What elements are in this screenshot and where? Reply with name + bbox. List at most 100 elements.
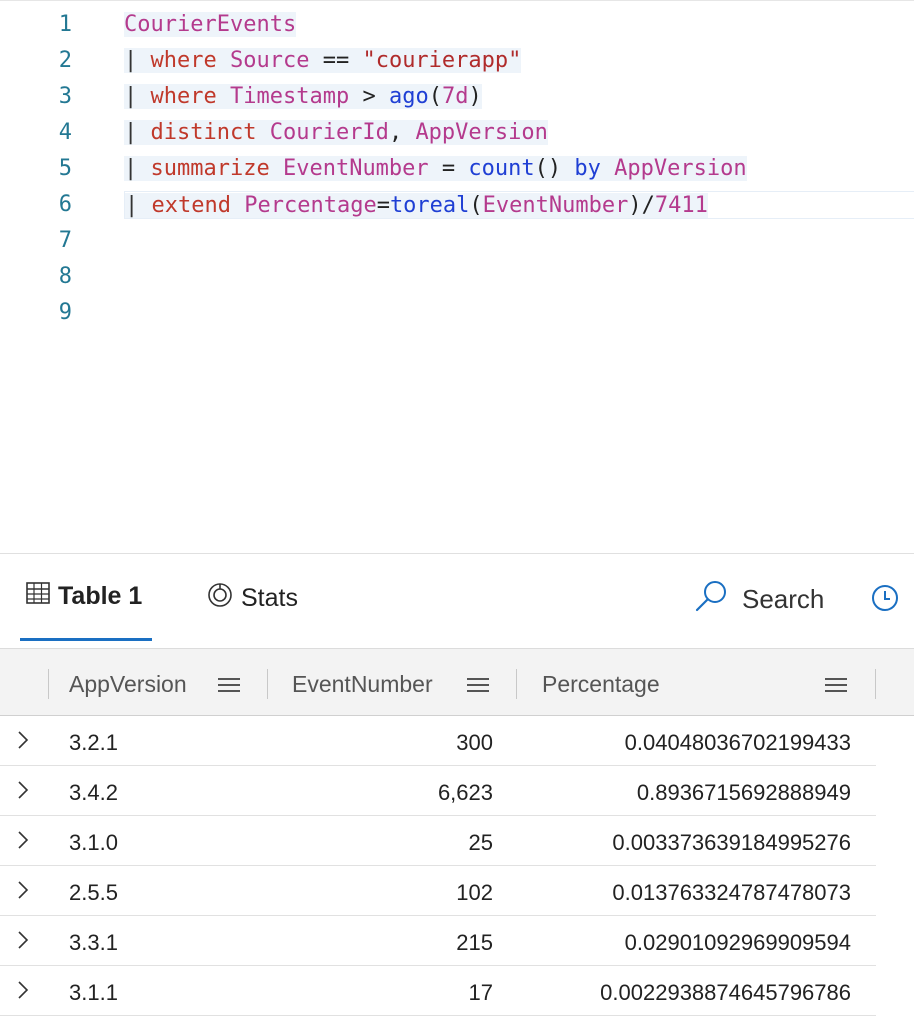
chevron-right-icon[interactable]: [16, 779, 30, 806]
cell-percentage: 0.8936715692888949: [636, 780, 851, 805]
tab-label: Stats: [241, 584, 298, 612]
cell-eventnumber: 6,623: [437, 780, 493, 805]
code-token: ==: [309, 48, 363, 73]
code-token: distinct: [150, 120, 257, 145]
code-token: Timestamp: [229, 84, 350, 109]
code-token: |: [125, 193, 152, 218]
code-line[interactable]: 8: [0, 259, 914, 295]
search-button[interactable]: Search: [694, 578, 824, 621]
cell-percentage: 0.01376332478747807​3: [612, 880, 851, 905]
column-separator[interactable]: [875, 669, 876, 699]
search-label: Search: [742, 584, 825, 614]
table-row[interactable]: 3.4.2 6,623 0.8936715692888949: [0, 766, 876, 816]
results-grid: AppVersion EventNumber Percentage 3.2.1 3…: [0, 648, 914, 1016]
line-number: 7: [58, 228, 72, 253]
cell-eventnumber: 215: [456, 930, 493, 955]
chevron-right-icon[interactable]: [16, 829, 30, 856]
cell-eventnumber: 300: [456, 730, 493, 755]
column-separator[interactable]: [267, 669, 268, 699]
column-menu-icon[interactable]: [467, 677, 489, 698]
code-text: | extend Percentage=toreal(EventNumber)/…: [124, 191, 914, 219]
code-text: | distinct CourierId, AppVersion: [124, 119, 548, 147]
code-token: (: [469, 193, 483, 218]
column-header-label: Percentage: [542, 671, 660, 697]
column-header-label: AppVersion: [69, 671, 187, 697]
code-token: where: [150, 84, 217, 109]
cell-appversion: 3.4.2: [69, 780, 118, 805]
code-token: =: [376, 193, 390, 218]
query-editor[interactable]: 1 CourierEvents 2 | where Source == "courie…: [0, 0, 914, 554]
code-highlight: | extend Percentage=toreal(EventNumber)/…: [125, 193, 708, 218]
table-row[interactable]: 2.5.5 102 0.01376332478747807​3: [0, 866, 876, 916]
cell-appversion: 2.5.5: [69, 880, 118, 905]
line-number: 4: [58, 120, 72, 145]
active-tab-indicator: [20, 638, 152, 641]
column-header-percentage[interactable]: Percentage: [542, 671, 660, 698]
chevron-right-icon[interactable]: [16, 929, 30, 956]
code-text: | where Source == "courierapp": [124, 47, 522, 75]
code-token: )/: [628, 193, 655, 218]
code-token: summarize: [150, 156, 270, 181]
cell-appversion: 3.1.1: [69, 980, 118, 1005]
code-token: extend: [151, 193, 231, 218]
table-row[interactable]: 3.2.1 300 0.04048036702199433: [0, 716, 876, 766]
code-token: |: [124, 156, 151, 181]
cell-percentage: 0.003373639184995276: [612, 830, 851, 855]
tab-table-1[interactable]: Table 1: [26, 582, 142, 611]
table-row[interactable]: 3.1.1 17 0.002293887464579678​6: [0, 966, 876, 1016]
code-line[interactable]: 3 | where Timestamp > ago(7d): [0, 79, 914, 115]
code-token: |: [124, 48, 151, 73]
column-menu-icon[interactable]: [218, 677, 240, 698]
code-line[interactable]: 6 | extend Percentage=toreal(EventNumber)…: [0, 187, 914, 223]
table-row[interactable]: 3.3.1 215 0.02901092969909594: [0, 916, 876, 966]
code-token: toreal: [389, 193, 470, 218]
line-number: 3: [58, 84, 72, 109]
code-line[interactable]: 4 | distinct CourierId, AppVersion: [0, 115, 914, 151]
column-separator[interactable]: [48, 669, 49, 699]
code-token: count: [468, 156, 535, 181]
code-text: | summarize EventNumber = count() by App…: [124, 155, 747, 183]
column-separator[interactable]: [516, 669, 517, 699]
cell-appversion: 3.1.0: [69, 830, 118, 855]
column-header-appversion[interactable]: AppVersion: [69, 671, 187, 698]
cell-eventnumber: 102: [456, 880, 493, 905]
chevron-right-icon[interactable]: [16, 979, 30, 1006]
code-token: AppVersion: [415, 120, 548, 145]
tab-stats[interactable]: Stats: [207, 582, 298, 615]
code-highlight: CourierEvents: [124, 12, 297, 37]
stats-icon: [207, 582, 233, 615]
cell-percentage: 0.002293887464579678​6: [600, 980, 851, 1005]
code-token: CourierEvents: [124, 12, 297, 37]
clock-icon[interactable]: [871, 584, 899, 617]
code-token: 7d: [441, 84, 469, 109]
code-line[interactable]: 5 | summarize EventNumber = count() by Ap…: [0, 151, 914, 187]
code-line[interactable]: 1 CourierEvents: [0, 7, 914, 43]
code-token: AppVersion: [614, 156, 747, 181]
code-token: EventNumber: [282, 156, 429, 181]
line-number: 6: [58, 192, 72, 217]
cell-eventnumber: 25: [468, 830, 493, 855]
code-token: (: [428, 84, 442, 109]
code-line[interactable]: 9: [0, 295, 914, 331]
chevron-right-icon[interactable]: [16, 729, 30, 756]
code-line[interactable]: 7: [0, 223, 914, 259]
cell-appversion: 3.3.1: [69, 930, 118, 955]
chevron-right-icon[interactable]: [16, 879, 30, 906]
cell-percentage: 0.04048036702199433: [624, 730, 851, 755]
code-highlight: | distinct CourierId, AppVersion: [124, 120, 548, 145]
code-highlight: | where Source == "courierapp": [124, 48, 522, 73]
code-text: | where Timestamp > ago(7d): [124, 83, 482, 111]
code-highlight: | summarize EventNumber = count() by App…: [124, 156, 747, 181]
table-icon: [26, 582, 50, 611]
code-token: |: [124, 84, 151, 109]
column-menu-icon[interactable]: [825, 677, 847, 698]
code-line[interactable]: 2 | where Source == "courierapp": [0, 43, 914, 79]
column-header-eventnumber[interactable]: EventNumber: [292, 671, 433, 698]
code-token: Percentage: [244, 193, 377, 218]
table-row[interactable]: 3.1.0 25 0.003373639184995276: [0, 816, 876, 866]
code-token: "courierapp": [362, 48, 522, 73]
column-header-label: EventNumber: [292, 671, 433, 697]
